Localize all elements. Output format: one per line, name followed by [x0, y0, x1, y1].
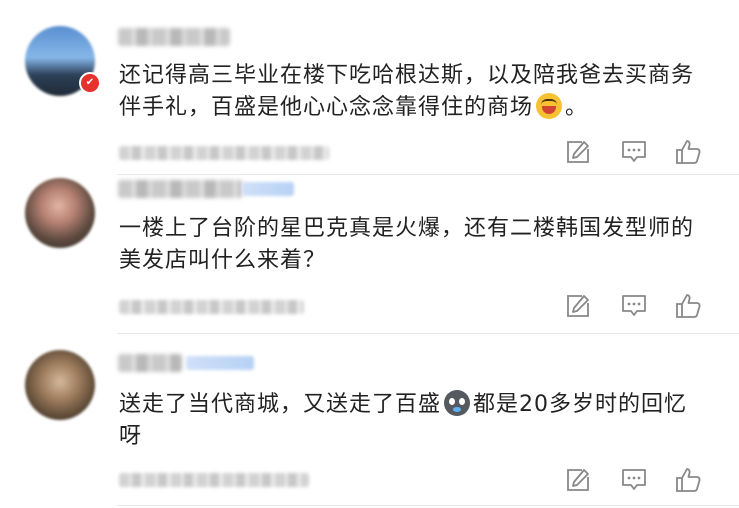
laughing-face-icon [536, 93, 563, 119]
share-icon [567, 141, 589, 163]
share-button[interactable] [564, 466, 592, 494]
user-level-badge [186, 356, 254, 370]
comment-actions [560, 292, 710, 320]
reply-button[interactable] [620, 466, 648, 494]
username[interactable] [118, 354, 182, 372]
comment-suffix: 。 [565, 95, 589, 120]
avatar[interactable] [25, 178, 95, 248]
comment-body: 一楼上了台阶的星巴克真是火爆，还有二楼韩国发型师的美发店叫什么来着？ [119, 216, 695, 273]
comment-icon [622, 469, 646, 490]
username[interactable] [118, 28, 230, 46]
comment-text: 一楼上了台阶的星巴克真是火爆，还有二楼韩国发型师的美发店叫什么来着？ [119, 213, 694, 277]
comment-body: 送走了当代商城，又送走了百盛 [119, 392, 442, 417]
crying-face-icon [444, 390, 471, 416]
comment-meta [119, 473, 309, 487]
comment-icon [622, 141, 646, 162]
username[interactable] [118, 180, 242, 198]
like-button[interactable] [674, 138, 702, 166]
comment-meta [119, 300, 304, 314]
thumbs-up-icon [676, 294, 701, 318]
like-button[interactable] [674, 466, 702, 494]
share-button[interactable] [564, 138, 592, 166]
comment-text: 还记得高三毕业在楼下吃哈根达斯，以及陪我爸去买商务伴手礼，百盛是他心心念念靠得住… [119, 60, 694, 124]
share-icon [567, 295, 589, 317]
comment-actions [560, 138, 710, 166]
comment-text: 送走了当代商城，又送走了百盛 都是20多岁时的回忆呀 [119, 389, 694, 453]
share-icon [567, 469, 589, 491]
like-button[interactable] [674, 292, 702, 320]
thumbs-up-icon [676, 468, 701, 492]
comment-icon [622, 295, 646, 316]
divider [117, 174, 739, 175]
avatar[interactable] [25, 350, 95, 420]
reply-button[interactable] [620, 138, 648, 166]
comment-meta [119, 146, 329, 160]
reply-button[interactable] [620, 292, 648, 320]
share-button[interactable] [564, 292, 592, 320]
user-level-badge [242, 182, 294, 196]
comment-actions [560, 466, 710, 494]
divider [117, 505, 739, 506]
comment-body: 还记得高三毕业在楼下吃哈根达斯，以及陪我爸去买商务伴手礼，百盛是他心心念念靠得住… [119, 63, 695, 120]
thumbs-up-icon [676, 140, 701, 164]
divider [117, 333, 739, 334]
verified-badge-icon: ✔ [79, 72, 101, 94]
